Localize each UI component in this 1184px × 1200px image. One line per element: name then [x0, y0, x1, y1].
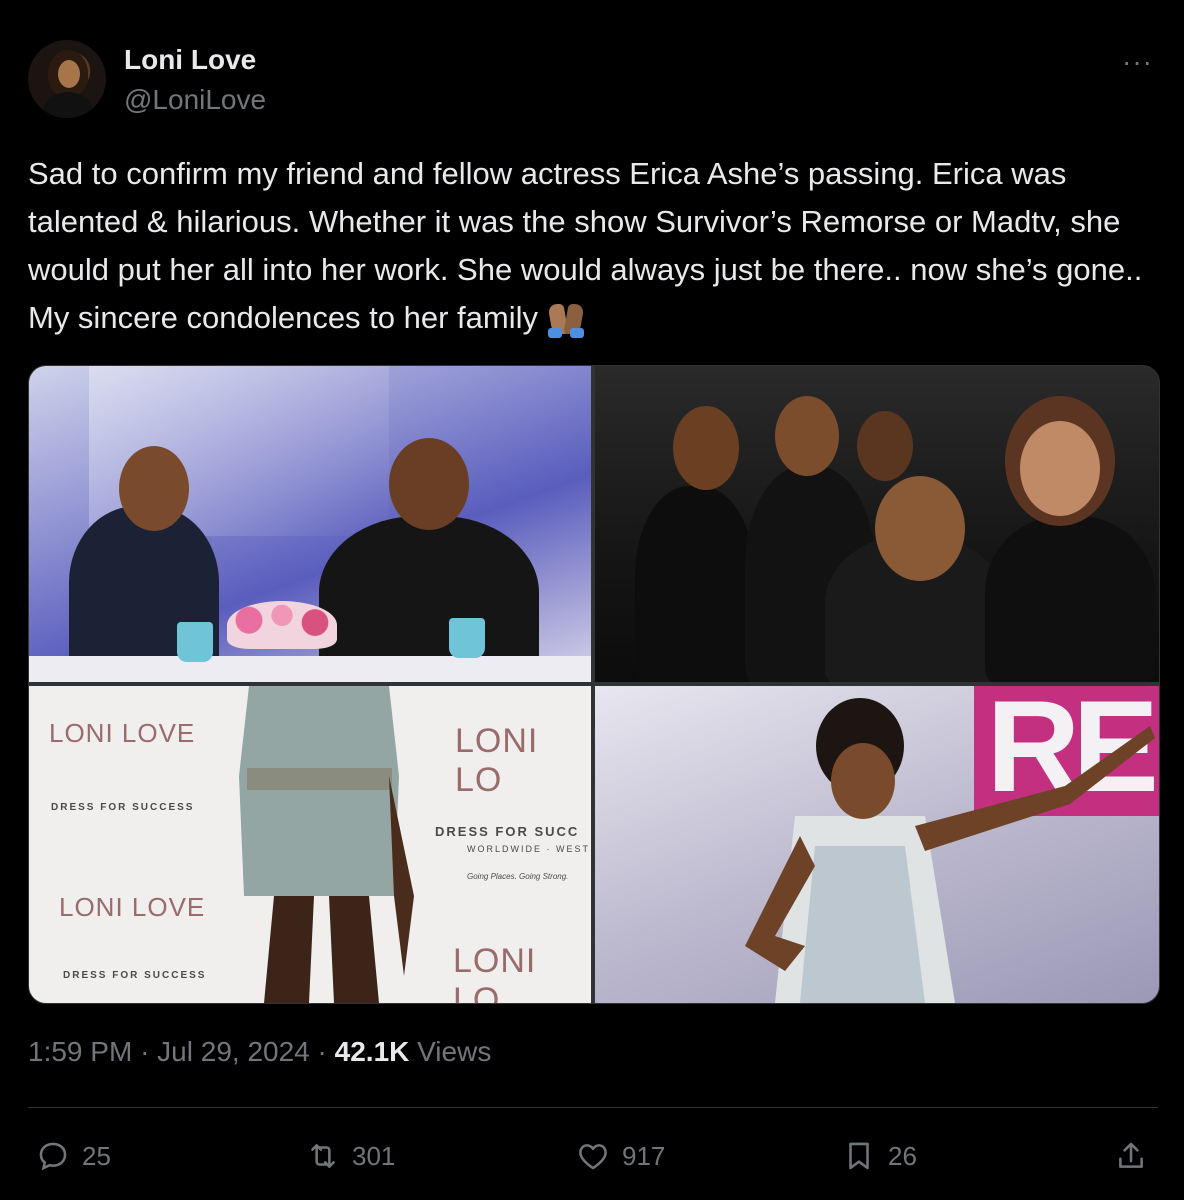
avatar-body: [40, 92, 96, 118]
photo-red-carpet[interactable]: LONI LOVE LONI LO LONI LOVE LONI LO DRES…: [29, 686, 591, 1003]
tweet-date[interactable]: Jul 29, 2024: [157, 1036, 310, 1067]
author-handle[interactable]: @LoniLove: [124, 84, 266, 116]
bookmark-icon: [849, 1142, 869, 1170]
reply-count: 25: [82, 1140, 111, 1171]
mug: [449, 618, 485, 658]
backdrop-sponsor-tag: Going Places. Going Strong.: [467, 872, 569, 881]
backdrop-brand: LONI LOVE: [49, 718, 196, 748]
backdrop-brand: LONI LOVE: [59, 892, 206, 922]
backdrop-brand: LONI LO: [455, 722, 539, 799]
share-button[interactable]: [1114, 1136, 1160, 1176]
more-icon[interactable]: ···: [1122, 46, 1153, 78]
like-count: 917: [622, 1140, 666, 1171]
views-label: Views: [417, 1036, 492, 1067]
repost-button[interactable]: 301: [306, 1136, 395, 1176]
backdrop-brand: LONI LO: [453, 942, 537, 1003]
share-icon: [1119, 1142, 1143, 1168]
backdrop-sponsor: DRESS FOR SUCC: [435, 824, 580, 839]
backdrop-sponsor: DRESS FOR SUCCESS: [63, 970, 207, 981]
folded-hands-emoji-icon: [544, 296, 588, 338]
desk: [29, 656, 591, 682]
posing-figure: [745, 698, 1155, 1003]
photo-pose[interactable]: RE: [595, 686, 1159, 1003]
backdrop-sponsor: DRESS FOR SUCCESS: [51, 802, 195, 813]
reply-icon: [39, 1142, 67, 1171]
tweet-meta: 1:59 PM · Jul 29, 2024 · 42.1K Views: [28, 1036, 492, 1067]
bookmark-button[interactable]: 26: [842, 1136, 917, 1176]
backdrop-sponsor-sub: WORLDWIDE · WEST: [467, 844, 590, 854]
repost-count: 301: [352, 1140, 396, 1171]
mug: [177, 622, 213, 662]
views-count: 42.1K: [334, 1036, 410, 1067]
like-icon: [579, 1144, 607, 1170]
avatar-face: [58, 60, 80, 88]
media-grid: LONI LOVE LONI LO LONI LOVE LONI LO DRES…: [28, 365, 1160, 1004]
dress-figure: [239, 686, 414, 1003]
photo-talk-show[interactable]: [29, 366, 591, 682]
repost-icon: [311, 1144, 335, 1168]
divider: [28, 1107, 1158, 1108]
bookmark-count: 26: [888, 1140, 917, 1171]
reply-button[interactable]: 25: [36, 1136, 111, 1176]
like-button[interactable]: 917: [576, 1136, 665, 1176]
flower-arrangement: [227, 601, 337, 649]
author-name[interactable]: Loni Love: [124, 44, 256, 76]
avatar[interactable]: [28, 40, 106, 118]
photo-group[interactable]: [595, 366, 1159, 682]
tweet-time[interactable]: 1:59 PM: [28, 1036, 132, 1067]
tweet-text: Sad to confirm my friend and fellow actr…: [28, 150, 1168, 342]
